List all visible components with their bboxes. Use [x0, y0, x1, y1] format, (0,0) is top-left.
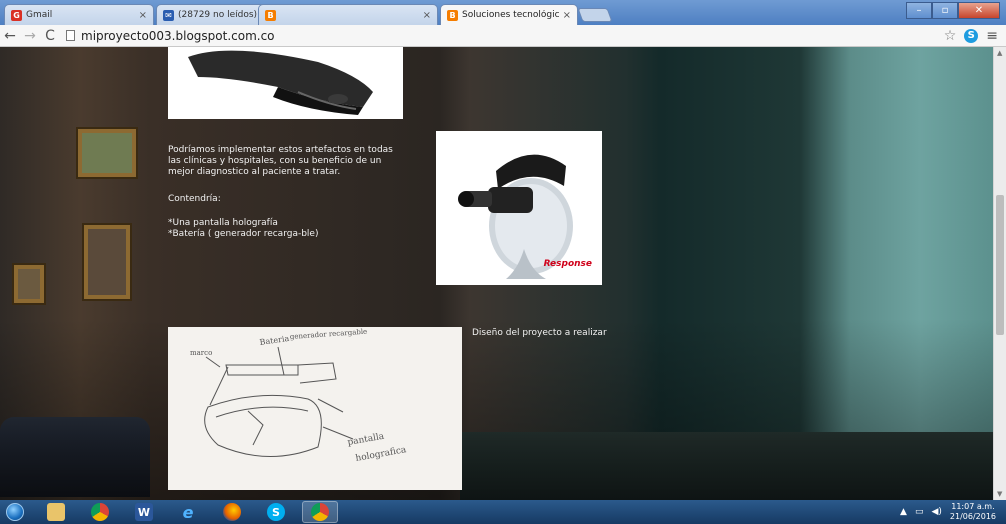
close-window-button[interactable]: ✕: [958, 2, 1000, 19]
start-button[interactable]: [0, 501, 30, 523]
clock[interactable]: 11:07 a.m. 21/06/2016: [950, 502, 996, 522]
folder-icon: [47, 503, 65, 521]
bookmark-star-icon[interactable]: ☆: [944, 28, 957, 44]
system-tray: ▲ ▭ ◀) 11:07 a.m. 21/06/2016: [900, 502, 1006, 522]
list-item: *Batería ( generador recarga-ble): [168, 229, 319, 239]
volume-icon[interactable]: ◀): [931, 507, 941, 517]
close-icon[interactable]: ×: [563, 10, 571, 21]
taskbar-word[interactable]: W: [126, 501, 162, 523]
list-item: *Una pantalla holografía: [168, 218, 278, 228]
maximize-button[interactable]: ▫: [932, 2, 958, 19]
sketch-label-marco: marco: [190, 349, 212, 357]
sketch-caption: Diseño del proyecto a realizar: [472, 328, 607, 338]
taskbar-firefox[interactable]: [214, 501, 250, 523]
forward-button[interactable]: →: [20, 28, 40, 44]
window-controls: – ▫ ✕: [906, 2, 1000, 19]
vertical-scrollbar[interactable]: ▲ ▼: [993, 47, 1006, 500]
blogger-icon: B: [447, 9, 458, 21]
mail-icon: ✉: [163, 9, 174, 21]
close-icon[interactable]: ×: [423, 10, 431, 21]
url-text: miproyecto003.blogspot.com.co: [81, 28, 275, 43]
chrome-icon: [311, 503, 329, 521]
headset-image: [168, 47, 403, 119]
back-button[interactable]: ←: [0, 28, 20, 44]
minimize-button[interactable]: –: [906, 2, 932, 19]
taskbar-explorer[interactable]: [38, 501, 74, 523]
network-icon[interactable]: ▭: [915, 507, 924, 517]
tab-blogger[interactable]: B ×: [258, 4, 438, 25]
firefox-icon: [223, 503, 241, 521]
tab-title: Gmail: [26, 10, 53, 20]
ie-icon: e: [182, 502, 194, 522]
page-icon: [66, 30, 75, 41]
reload-button[interactable]: C: [40, 28, 60, 44]
browser-toolbar: ← → C miproyecto003.blogspot.com.co ☆ S …: [0, 25, 1006, 47]
address-bar[interactable]: miproyecto003.blogspot.com.co: [66, 27, 936, 45]
clock-date: 21/06/2016: [949, 512, 996, 521]
night-vision-headset-image: Response: [436, 131, 602, 285]
scroll-down-arrow-icon[interactable]: ▼: [997, 490, 1002, 498]
windows-logo-icon: [6, 503, 24, 521]
clock-time: 11:07 a.m.: [951, 502, 995, 511]
browser-tabstrip: G Gmail × ✉ (28729 no leídos) - yamit × …: [0, 0, 1006, 25]
scroll-up-arrow-icon[interactable]: ▲: [997, 49, 1002, 57]
blogger-icon: B: [265, 9, 276, 21]
scroll-thumb[interactable]: [996, 195, 1004, 335]
brand-logo: Response: [543, 259, 592, 269]
tab-soluciones[interactable]: B Soluciones tecnológicas ×: [440, 4, 578, 25]
tab-gmail[interactable]: G Gmail ×: [4, 4, 154, 25]
taskbar-chrome[interactable]: [82, 501, 118, 523]
tab-title: Soluciones tecnológicas: [462, 10, 559, 20]
skype-extension-icon[interactable]: S: [964, 28, 979, 43]
close-icon[interactable]: ×: [139, 10, 147, 21]
skype-icon: S: [267, 503, 285, 521]
windows-taskbar: W e S ▲ ▭ ◀) 11:07 a.m. 21/06/2016: [0, 500, 1006, 524]
word-icon: W: [135, 503, 153, 521]
taskbar-ie[interactable]: e: [170, 501, 206, 523]
taskbar-chrome-active[interactable]: [302, 501, 338, 523]
project-sketch-image: Bateria generador recargable marco panta…: [168, 327, 462, 490]
menu-icon[interactable]: ≡: [986, 28, 998, 44]
new-tab-button[interactable]: [577, 8, 613, 22]
gmail-icon: G: [11, 9, 22, 21]
taskbar-skype[interactable]: S: [258, 501, 294, 523]
chrome-icon: [91, 503, 109, 521]
contents-heading: Contendría:: [168, 194, 221, 204]
page-viewport: Podríamos implementar estos artefactos e…: [0, 47, 993, 500]
show-hidden-icons-icon[interactable]: ▲: [900, 507, 907, 517]
post-paragraph: Podríamos implementar estos artefactos e…: [168, 145, 393, 177]
